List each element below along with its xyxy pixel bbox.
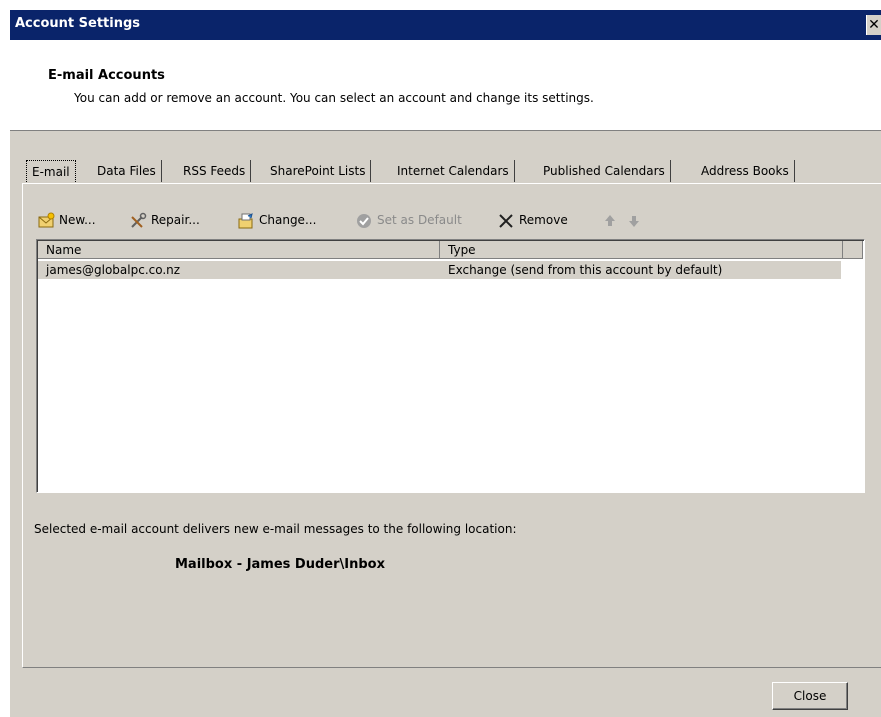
- tab-data-files[interactable]: Data Files: [92, 160, 162, 182]
- new-mail-icon: [37, 212, 55, 230]
- change-button-label: Change...: [259, 213, 317, 227]
- column-header-name[interactable]: Name: [38, 241, 440, 259]
- tab-published-calendars[interactable]: Published Calendars: [538, 160, 671, 182]
- tab-internet-calendars[interactable]: Internet Calendars: [392, 160, 515, 182]
- account-settings-window: Account Settings ✕ E-mail Accounts You c…: [10, 10, 881, 717]
- close-icon[interactable]: ✕: [866, 15, 881, 35]
- change-button[interactable]: Change...: [237, 208, 316, 232]
- account-row[interactable]: james@globalpc.co.nz Exchange (send from…: [38, 261, 841, 279]
- window-title: Account Settings: [15, 16, 141, 31]
- new-button-label: New...: [59, 213, 96, 227]
- header-subtitle: You can add or remove an account. You ca…: [74, 91, 594, 105]
- x-remove-icon: [497, 212, 515, 230]
- title-bar[interactable]: Account Settings ✕: [10, 10, 881, 40]
- tab-email[interactable]: E-mail: [26, 160, 76, 184]
- move-up-button[interactable]: [601, 208, 623, 232]
- arrow-down-icon: [625, 212, 643, 230]
- tab-sharepoint-lists[interactable]: SharePoint Lists: [265, 160, 372, 182]
- account-name: james@globalpc.co.nz: [46, 263, 181, 277]
- tab-address-books[interactable]: Address Books: [696, 160, 795, 182]
- tab-rss-feeds[interactable]: RSS Feeds: [178, 160, 252, 182]
- remove-button[interactable]: Remove: [497, 208, 568, 232]
- change-folder-icon: [237, 212, 255, 230]
- repair-button-label: Repair...: [151, 213, 200, 227]
- remove-button-label: Remove: [519, 213, 568, 227]
- check-circle-icon: [355, 212, 373, 230]
- move-down-button[interactable]: [625, 208, 647, 232]
- new-button[interactable]: New...: [37, 208, 96, 232]
- set-as-default-label: Set as Default: [377, 213, 462, 227]
- email-tab-panel: New... Repair... Change... Set as Defaul…: [22, 183, 881, 668]
- close-button[interactable]: Close: [772, 682, 848, 710]
- repair-tools-icon: [129, 212, 147, 230]
- account-type: Exchange (send from this account by defa…: [448, 263, 723, 277]
- column-header-filler: [843, 241, 863, 259]
- accounts-list[interactable]: Name Type james@globalpc.co.nz Exchange …: [36, 239, 865, 493]
- delivery-location-value: Mailbox - James Duder\Inbox: [175, 557, 385, 572]
- delivery-location-label: Selected e-mail account delivers new e-m…: [34, 522, 517, 536]
- dialog-header: E-mail Accounts You can add or remove an…: [10, 40, 881, 131]
- repair-button[interactable]: Repair...: [129, 208, 200, 232]
- set-as-default-button[interactable]: Set as Default: [355, 208, 462, 232]
- header-title: E-mail Accounts: [48, 68, 165, 83]
- arrow-up-icon: [601, 212, 619, 230]
- column-header-type[interactable]: Type: [440, 241, 843, 259]
